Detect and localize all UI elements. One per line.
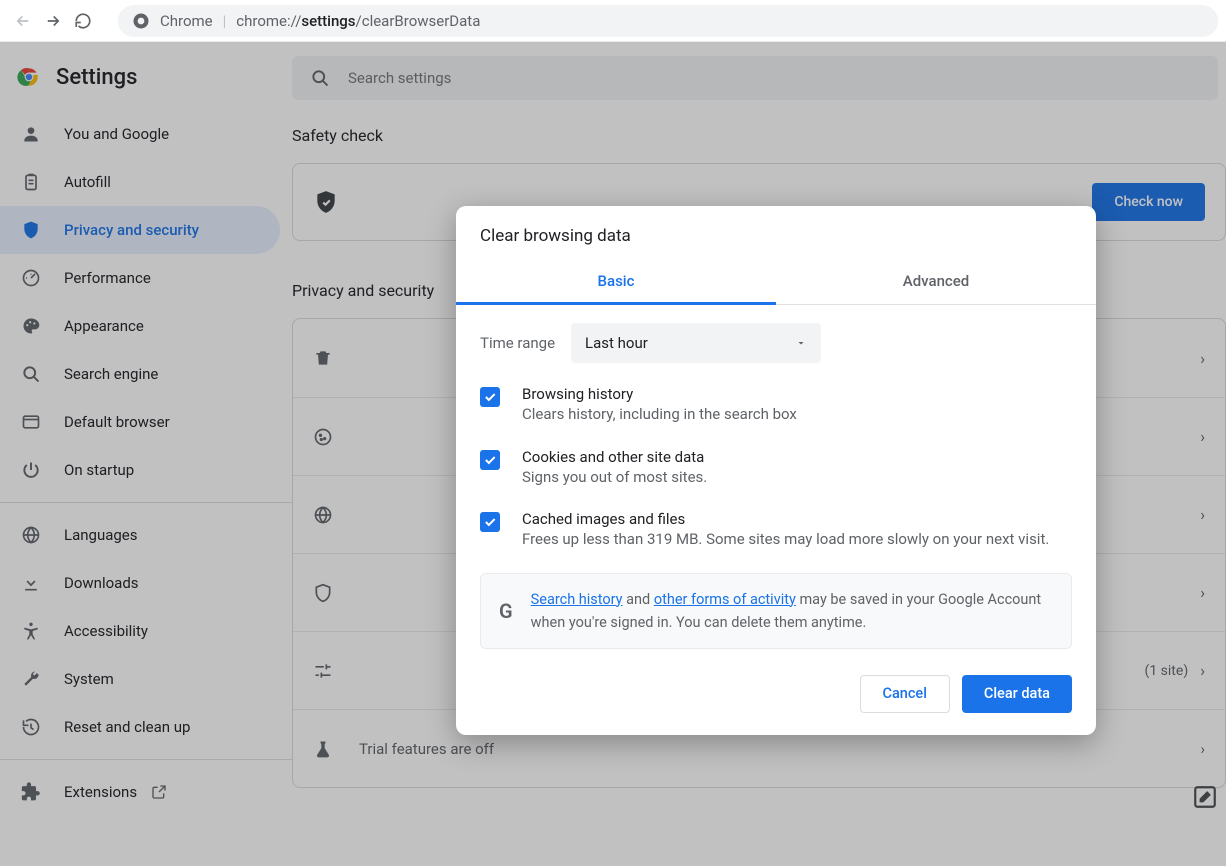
google-g-icon: G xyxy=(499,595,513,627)
chevron-down-icon xyxy=(795,337,807,349)
clear-option-row: Cookies and other site dataSigns you out… xyxy=(480,448,1072,489)
option-title: Cached images and files xyxy=(522,510,1049,528)
reload-button[interactable] xyxy=(68,6,98,36)
address-divider: | xyxy=(223,12,227,30)
address-bar[interactable]: Chrome | chrome://settings/clearBrowserD… xyxy=(118,5,1218,37)
other-activity-link[interactable]: other forms of activity xyxy=(654,591,796,608)
address-app: Chrome xyxy=(160,12,213,30)
option-desc: Clears history, including in the search … xyxy=(522,403,797,426)
option-title: Browsing history xyxy=(522,385,797,403)
info-text: Search history and other forms of activi… xyxy=(531,588,1053,634)
time-range-value: Last hour xyxy=(585,334,648,352)
tab-basic[interactable]: Basic xyxy=(456,260,776,304)
modal-title: Clear browsing data xyxy=(456,206,1096,260)
clear-data-button[interactable]: Clear data xyxy=(962,675,1072,713)
checkbox[interactable] xyxy=(480,450,500,470)
arrow-right-icon xyxy=(44,12,62,30)
tab-advanced[interactable]: Advanced xyxy=(776,260,1096,304)
reload-icon xyxy=(74,12,92,30)
browser-toolbar: Chrome | chrome://settings/clearBrowserD… xyxy=(0,0,1226,42)
clear-option-row: Cached images and filesFrees up less tha… xyxy=(480,510,1072,551)
modal-tabs: Basic Advanced xyxy=(456,260,1096,305)
clear-browsing-data-modal: Clear browsing data Basic Advanced Time … xyxy=(456,206,1096,735)
back-button[interactable] xyxy=(8,6,38,36)
option-desc: Frees up less than 319 MB. Some sites ma… xyxy=(522,528,1049,551)
time-range-select[interactable]: Last hour xyxy=(571,323,821,363)
option-title: Cookies and other site data xyxy=(522,448,707,466)
checkbox[interactable] xyxy=(480,512,500,532)
clear-option-row: Browsing historyClears history, includin… xyxy=(480,385,1072,426)
search-history-link[interactable]: Search history xyxy=(531,591,623,608)
option-desc: Signs you out of most sites. xyxy=(522,466,707,489)
edit-fab-icon[interactable] xyxy=(1192,784,1220,812)
forward-button[interactable] xyxy=(38,6,68,36)
chrome-icon xyxy=(132,12,150,30)
arrow-left-icon xyxy=(14,12,32,30)
url-text: chrome://settings/clearBrowserData xyxy=(236,12,480,30)
time-range-label: Time range xyxy=(480,334,555,352)
checkbox[interactable] xyxy=(480,387,500,407)
cancel-button[interactable]: Cancel xyxy=(860,675,950,713)
signin-info-box: G Search history and other forms of acti… xyxy=(480,573,1072,649)
